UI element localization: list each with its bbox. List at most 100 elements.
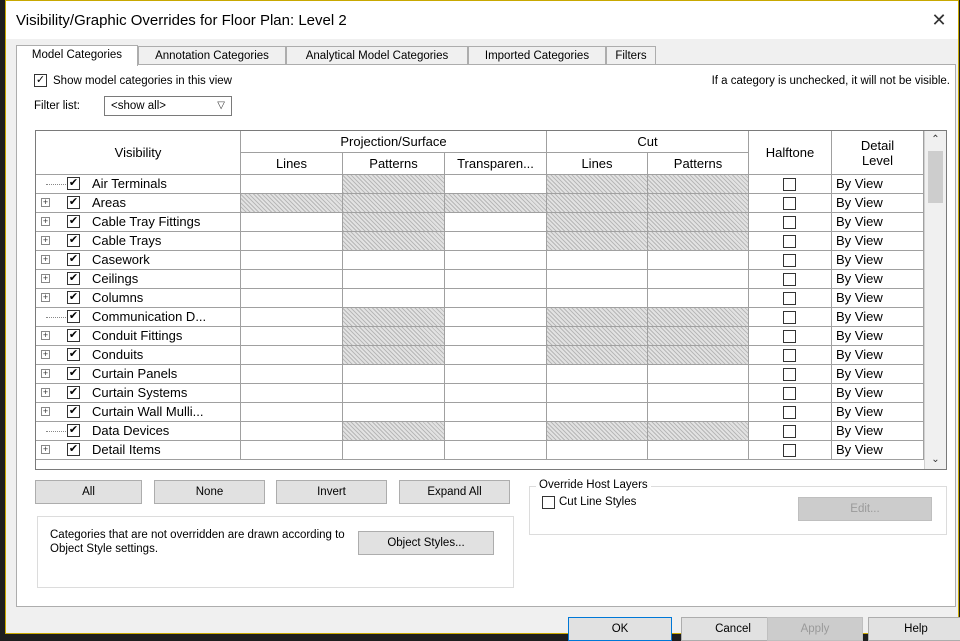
cut-line-styles-checkbox[interactable]: [542, 496, 555, 509]
category-visibility-checkbox[interactable]: ✔: [67, 215, 80, 228]
none-button[interactable]: None: [154, 480, 265, 504]
expand-icon[interactable]: +: [41, 198, 50, 207]
category-visibility-checkbox[interactable]: ✔: [67, 405, 80, 418]
projection-transparency-cell[interactable]: [445, 327, 547, 346]
expand-all-button[interactable]: Expand All: [399, 480, 510, 504]
detail-level-cell[interactable]: By View: [832, 213, 924, 232]
tab-filters[interactable]: Filters: [606, 46, 656, 65]
table-row[interactable]: + ✔ Casework By View: [36, 251, 924, 270]
cut-lines-cell[interactable]: [547, 251, 648, 270]
cut-patterns-cell[interactable]: [648, 270, 749, 289]
cut-patterns-cell[interactable]: [648, 251, 749, 270]
halftone-checkbox[interactable]: [783, 273, 796, 286]
table-row[interactable]: ✔ Data Devices By View: [36, 422, 924, 441]
edit-button[interactable]: Edit...: [798, 497, 932, 521]
expand-icon[interactable]: +: [41, 217, 50, 226]
category-visibility-checkbox[interactable]: ✔: [67, 196, 80, 209]
category-visibility-checkbox[interactable]: ✔: [67, 310, 80, 323]
category-visibility-checkbox[interactable]: ✔: [67, 291, 80, 304]
table-row[interactable]: + ✔ Detail Items By View: [36, 441, 924, 460]
projection-lines-cell[interactable]: [241, 251, 343, 270]
projection-patterns-cell[interactable]: [343, 403, 445, 422]
halftone-checkbox[interactable]: [783, 197, 796, 210]
halftone-checkbox[interactable]: [783, 311, 796, 324]
detail-level-cell[interactable]: By View: [832, 327, 924, 346]
table-row[interactable]: + ✔ Curtain Systems By View: [36, 384, 924, 403]
detail-level-cell[interactable]: By View: [832, 270, 924, 289]
table-row[interactable]: ✔ Communication D... By View: [36, 308, 924, 327]
category-visibility-checkbox[interactable]: ✔: [67, 253, 80, 266]
projection-transparency-cell[interactable]: [445, 441, 547, 460]
table-row[interactable]: + ✔ Areas By View: [36, 194, 924, 213]
projection-patterns-cell[interactable]: [343, 289, 445, 308]
projection-lines-cell[interactable]: [241, 270, 343, 289]
tab-imported-categories[interactable]: Imported Categories: [468, 46, 606, 65]
projection-lines-cell[interactable]: [241, 403, 343, 422]
invert-button[interactable]: Invert: [276, 480, 387, 504]
halftone-checkbox[interactable]: [783, 292, 796, 305]
halftone-checkbox[interactable]: [783, 387, 796, 400]
detail-level-cell[interactable]: By View: [832, 346, 924, 365]
projection-transparency-cell[interactable]: [445, 175, 547, 194]
detail-level-cell[interactable]: By View: [832, 175, 924, 194]
projection-lines-cell[interactable]: [241, 384, 343, 403]
table-row[interactable]: + ✔ Curtain Panels By View: [36, 365, 924, 384]
projection-patterns-cell[interactable]: [343, 251, 445, 270]
projection-transparency-cell[interactable]: [445, 365, 547, 384]
apply-button[interactable]: Apply: [767, 617, 863, 641]
detail-level-cell[interactable]: By View: [832, 441, 924, 460]
expand-icon[interactable]: +: [41, 407, 50, 416]
tab-annotation-categories[interactable]: Annotation Categories: [138, 46, 286, 65]
tab-analytical-model-categories[interactable]: Analytical Model Categories: [286, 46, 468, 65]
cut-patterns-cell[interactable]: [648, 403, 749, 422]
projection-lines-cell[interactable]: [241, 175, 343, 194]
projection-lines-cell[interactable]: [241, 365, 343, 384]
table-row[interactable]: + ✔ Curtain Wall Mulli... By View: [36, 403, 924, 422]
scroll-down-icon[interactable]: ⌄: [925, 451, 946, 469]
projection-lines-cell[interactable]: [241, 308, 343, 327]
category-visibility-checkbox[interactable]: ✔: [67, 367, 80, 380]
projection-lines-cell[interactable]: [241, 289, 343, 308]
projection-patterns-cell[interactable]: [343, 441, 445, 460]
projection-lines-cell[interactable]: [241, 213, 343, 232]
category-visibility-checkbox[interactable]: ✔: [67, 329, 80, 342]
detail-level-cell[interactable]: By View: [832, 422, 924, 441]
halftone-checkbox[interactable]: [783, 444, 796, 457]
projection-lines-cell[interactable]: [241, 327, 343, 346]
category-visibility-checkbox[interactable]: ✔: [67, 443, 80, 456]
detail-level-cell[interactable]: By View: [832, 251, 924, 270]
projection-transparency-cell[interactable]: [445, 346, 547, 365]
close-icon[interactable]: ✕: [926, 7, 952, 33]
detail-level-cell[interactable]: By View: [832, 384, 924, 403]
table-row[interactable]: + ✔ Cable Trays By View: [36, 232, 924, 251]
projection-patterns-cell[interactable]: [343, 365, 445, 384]
cut-lines-cell[interactable]: [547, 441, 648, 460]
projection-transparency-cell[interactable]: [445, 270, 547, 289]
cut-patterns-cell[interactable]: [648, 384, 749, 403]
halftone-checkbox[interactable]: [783, 368, 796, 381]
detail-level-cell[interactable]: By View: [832, 232, 924, 251]
halftone-checkbox[interactable]: [783, 254, 796, 267]
category-visibility-checkbox[interactable]: ✔: [67, 386, 80, 399]
expand-icon[interactable]: +: [41, 350, 50, 359]
table-row[interactable]: + ✔ Ceilings By View: [36, 270, 924, 289]
table-row[interactable]: + ✔ Cable Tray Fittings By View: [36, 213, 924, 232]
scroll-up-icon[interactable]: ⌃: [925, 131, 946, 149]
help-button[interactable]: Help: [868, 617, 960, 641]
scroll-thumb[interactable]: [928, 151, 943, 203]
projection-patterns-cell[interactable]: [343, 384, 445, 403]
projection-transparency-cell[interactable]: [445, 232, 547, 251]
cut-patterns-cell[interactable]: [648, 365, 749, 384]
grid-scrollbar[interactable]: ⌃ ⌄: [924, 131, 946, 469]
expand-icon[interactable]: +: [41, 331, 50, 340]
detail-level-cell[interactable]: By View: [832, 403, 924, 422]
projection-transparency-cell[interactable]: [445, 289, 547, 308]
filter-list-dropdown[interactable]: <show all> ▽: [104, 96, 232, 116]
halftone-checkbox[interactable]: [783, 178, 796, 191]
table-row[interactable]: + ✔ Conduit Fittings By View: [36, 327, 924, 346]
category-visibility-checkbox[interactable]: ✔: [67, 424, 80, 437]
expand-icon[interactable]: +: [41, 236, 50, 245]
projection-patterns-cell[interactable]: [343, 270, 445, 289]
show-model-categories-checkbox[interactable]: ✓: [34, 74, 47, 87]
projection-lines-cell[interactable]: [241, 346, 343, 365]
